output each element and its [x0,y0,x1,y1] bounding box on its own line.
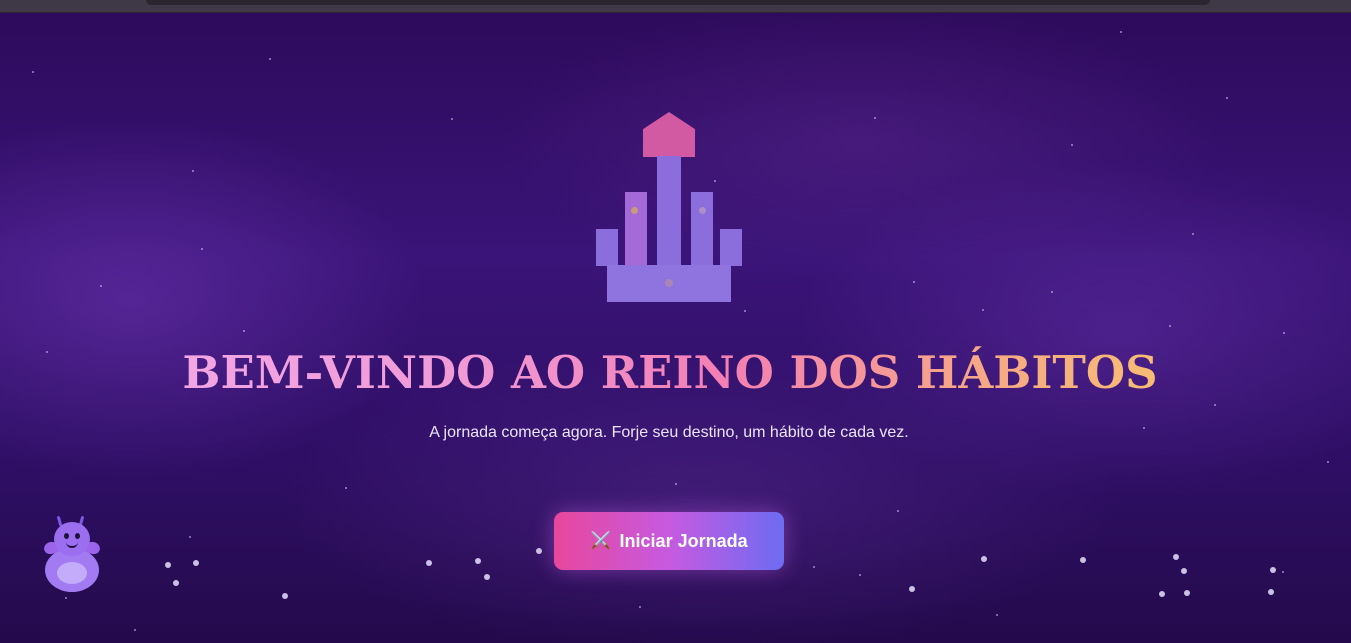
star [173,580,179,586]
welcome-screen: BEM-VINDO AO REINO DOS HÁBITOS A jornada… [0,0,1351,643]
star [859,574,861,576]
star [1173,554,1179,560]
star [1181,568,1187,574]
castle-roof [643,112,695,157]
star [1184,590,1190,596]
star [193,560,199,566]
star [282,593,288,599]
star [675,483,677,485]
star [46,351,48,353]
star [426,560,432,566]
star [1268,589,1274,595]
star [1143,427,1145,429]
star [1120,31,1122,33]
start-journey-button[interactable]: ⚔️ Iniciar Jornada [554,512,784,570]
mascot-eye [75,533,80,539]
star [189,536,191,538]
star [201,248,203,250]
star [1282,571,1284,573]
star [996,614,998,616]
star [65,597,67,599]
castle-left-wall [596,229,618,266]
star [639,606,641,608]
castle-window [631,207,638,214]
star [1270,567,1276,573]
star [981,556,987,562]
star [874,117,876,119]
castle-right-wall [720,229,742,266]
crossed-swords-icon: ⚔️ [590,531,612,550]
star [192,170,194,172]
star [165,562,171,568]
star [32,71,34,73]
hero-title: BEM-VINDO AO REINO DOS HÁBITOS [145,340,1195,406]
star [1159,591,1165,597]
star [1051,291,1053,293]
star [536,548,542,554]
hero-title-container: BEM-VINDO AO REINO DOS HÁBITOS [145,340,1195,406]
star [744,310,746,312]
star [909,586,915,592]
castle-icon [594,112,744,304]
star [1214,404,1216,406]
star [897,510,899,512]
star [451,118,453,120]
star [1226,97,1228,99]
castle-left-tower [625,192,647,266]
star [1071,144,1073,146]
mascot-belly [57,562,87,584]
star [813,566,815,568]
star [243,330,245,332]
star [134,629,136,631]
star [475,558,481,564]
start-journey-label: Iniciar Jornada [619,530,748,551]
mascot-icon[interactable] [42,514,102,594]
star [1283,332,1285,334]
castle-right-tower [691,192,713,266]
star [484,574,490,580]
castle-door [665,279,673,287]
star [982,309,984,311]
hero-subtitle: A jornada começa agora. Forje seu destin… [429,424,909,441]
castle-main-tower [657,156,681,266]
star [1169,325,1171,327]
star [1192,233,1194,235]
mascot-head [54,522,90,556]
mascot-eye [64,533,69,539]
star [269,58,271,60]
star [913,281,915,283]
star [1080,557,1086,563]
star [100,285,102,287]
star [345,487,347,489]
castle-window [699,207,706,214]
star [1327,461,1329,463]
